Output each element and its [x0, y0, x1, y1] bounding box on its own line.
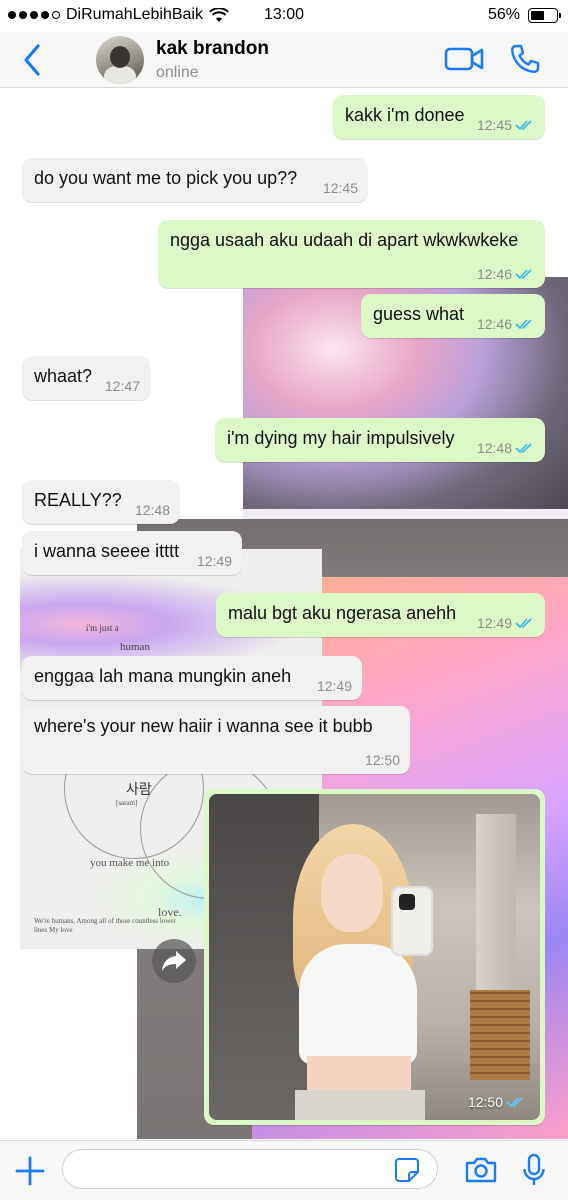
- battery-status: 56%: [487, 6, 561, 24]
- double-check-icon: [515, 618, 532, 629]
- message-time: 12:48: [134, 502, 170, 518]
- message-time: 12:50: [364, 752, 400, 768]
- poster-line: We're humans, Among all of those countle…: [34, 917, 176, 934]
- message-bubble-incoming[interactable]: where's your new haiir i wanna see it bu…: [22, 706, 410, 774]
- message-bubble-outgoing[interactable]: i'm dying my hair impulsively 12:48: [215, 418, 545, 462]
- message-time: 12:46: [476, 316, 512, 332]
- microphone-icon[interactable]: [522, 1153, 546, 1187]
- plus-icon[interactable]: [14, 1155, 46, 1187]
- battery-percent: 56%: [487, 6, 520, 23]
- message-time: 12:49: [196, 553, 232, 569]
- double-check-icon: [515, 319, 532, 330]
- photo-message-outgoing[interactable]: 12:50: [204, 789, 545, 1125]
- message-time: 12:50: [467, 1094, 503, 1110]
- poster-line: i'm just a: [86, 623, 119, 633]
- message-text: ngga usaah aku udaah di apart wkwkwkeke: [170, 230, 519, 250]
- message-bubble-incoming[interactable]: whaat? 12:47: [22, 356, 150, 400]
- message-text: enggaa lah mana mungkin aneh: [34, 666, 292, 686]
- message-bubble-incoming[interactable]: REALLY?? 12:48: [22, 480, 180, 524]
- message-time: 12:45: [476, 117, 512, 133]
- message-bubble-incoming[interactable]: enggaa lah mana mungkin aneh 12:49: [22, 656, 362, 700]
- message-time: 12:45: [322, 180, 358, 196]
- double-check-icon: [506, 1097, 523, 1108]
- poster-line: 사람: [126, 782, 152, 798]
- status-bar: DiRumahLebihBaik 13:00 56%: [0, 0, 568, 32]
- contact-name[interactable]: kak brandon: [156, 38, 269, 60]
- double-check-icon: [515, 443, 532, 454]
- chat-area[interactable]: i'm just a human 사람 [saram] you make me …: [0, 89, 568, 1140]
- poster-line: you make me into: [90, 857, 170, 869]
- message-time: 12:49: [316, 678, 352, 694]
- poster-line: [saram]: [116, 799, 138, 807]
- message-bubble-outgoing[interactable]: malu bgt aku ngerasa anehh 12:49: [216, 593, 545, 637]
- message-time: 12:47: [104, 378, 140, 394]
- message-time: 12:46: [476, 266, 512, 282]
- phone-icon[interactable]: [508, 42, 542, 76]
- double-check-icon: [515, 120, 532, 131]
- message-input[interactable]: [62, 1149, 438, 1189]
- chat-header: kak brandon online: [0, 32, 568, 88]
- poster-line: human: [120, 641, 150, 653]
- contact-status: online: [156, 64, 199, 81]
- message-time: 12:48: [476, 440, 512, 456]
- message-bubble-outgoing[interactable]: ngga usaah aku udaah di apart wkwkwkeke …: [158, 220, 545, 288]
- message-text: where's your new haiir i wanna see it bu…: [34, 716, 373, 736]
- message-bubble-incoming[interactable]: do you want me to pick you up?? 12:45: [22, 158, 368, 202]
- message-time: 12:49: [476, 615, 512, 631]
- camera-icon[interactable]: [464, 1155, 498, 1185]
- forward-icon: [162, 951, 186, 971]
- double-check-icon: [515, 269, 532, 280]
- message-input-bar: [0, 1140, 568, 1200]
- contact-avatar[interactable]: [96, 36, 144, 84]
- message-bubble-incoming[interactable]: i wanna seeee itttt 12:49: [22, 531, 242, 575]
- clock: 13:00: [263, 6, 305, 23]
- message-text: do you want me to pick you up??: [34, 168, 298, 188]
- message-bubble-outgoing[interactable]: kakk i'm donee 12:45: [333, 95, 545, 139]
- video-call-icon[interactable]: [444, 44, 484, 74]
- forward-button[interactable]: [152, 939, 196, 983]
- selfie-photo[interactable]: 12:50: [209, 794, 540, 1120]
- sticker-icon[interactable]: [394, 1157, 420, 1183]
- battery-icon: [528, 7, 561, 23]
- message-bubble-outgoing[interactable]: guess what 12:46: [361, 294, 545, 338]
- back-chevron-icon[interactable]: [18, 40, 46, 80]
